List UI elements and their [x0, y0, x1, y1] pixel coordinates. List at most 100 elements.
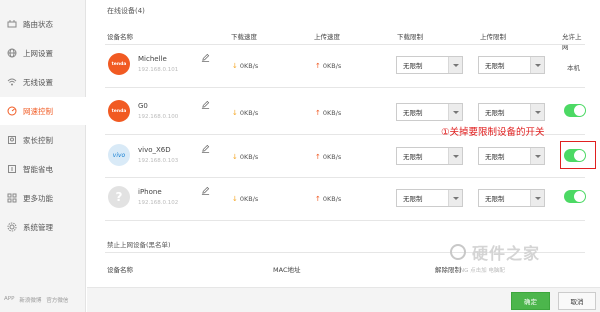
watermark-text: 硬件之家 — [472, 244, 541, 263]
sidebar-item-router-status[interactable]: 路由状态 — [0, 10, 86, 38]
device-name: G0 — [138, 102, 148, 110]
up-speed: ↑ 0KB/s — [315, 109, 342, 117]
sidebar-item-label: 网速控制 — [23, 106, 53, 116]
footer-link-weibo[interactable]: 新浪微博 — [19, 296, 41, 304]
col-down-speed: 下载速度 — [231, 33, 257, 41]
down-speed: ↓ 0KB/s — [232, 195, 259, 203]
chevron-down-icon — [452, 110, 459, 114]
sidebar-item-label: 路由状态 — [23, 19, 53, 29]
col-up-speed: 上传速度 — [314, 33, 340, 41]
chevron-down-icon — [452, 63, 459, 67]
sidebar-item-label: 无线设置 — [23, 77, 53, 87]
up-speed: ↑ 0KB/s — [315, 153, 342, 161]
device-avatar: tenda — [108, 100, 130, 122]
sidebar-item-system-management[interactable]: 系统管理 — [0, 213, 86, 241]
wifi-icon — [7, 77, 17, 87]
table-row: vivo vivo_X6D 192.168.0.103 ↓ 0KB/s ↑ 0KB/… — [105, 136, 586, 177]
edit-icon[interactable] — [201, 53, 210, 62]
chevron-down-icon — [452, 196, 459, 200]
local-device-label: 本机 — [567, 64, 580, 72]
up-limit-select[interactable]: 无限制 — [478, 103, 545, 121]
arrow-down-icon: ↓ — [232, 109, 238, 117]
chevron-down-icon — [534, 110, 541, 114]
online-devices-title: 在线设备(4) — [107, 7, 145, 15]
sidebar-item-label: 智能省电 — [23, 164, 53, 174]
down-limit-select[interactable]: 无限制 — [396, 189, 463, 207]
down-limit-select[interactable]: 无限制 — [396, 56, 463, 74]
globe-icon — [7, 48, 17, 58]
device-ip: 192.168.0.103 — [138, 158, 179, 164]
arrow-down-icon: ↓ — [232, 153, 238, 161]
edit-icon[interactable] — [201, 186, 210, 195]
footer-link-wechat[interactable]: 官方微信 — [46, 296, 68, 304]
arrow-down-icon: ↓ — [232, 62, 238, 70]
sidebar-item-parental-control[interactable]: 家长控制 — [0, 126, 86, 154]
device-ip: 192.168.0.102 — [138, 200, 179, 206]
divider — [105, 87, 585, 88]
allow-internet-toggle[interactable] — [564, 190, 586, 203]
chevron-down-icon — [534, 196, 541, 200]
edit-icon[interactable] — [201, 100, 210, 109]
up-limit-select[interactable]: 无限制 — [478, 189, 545, 207]
sidebar-item-internet-settings[interactable]: 上网设置 — [0, 39, 86, 67]
table-row: tenda Michelle 192.168.0.101 ↓ 0KB/s ↑ 0KB… — [105, 45, 585, 86]
router-icon — [7, 19, 17, 29]
device-avatar: ? — [108, 186, 130, 208]
blacklist-title: 禁止上网设备(黑名单) — [107, 241, 171, 249]
gear-icon — [7, 222, 17, 232]
watermark: 硬件之家 YING 点击加 电脑配 — [450, 240, 590, 280]
annotation-label: ①关掉要限制设备的开关 — [441, 127, 545, 138]
sidebar-item-label: 更多功能 — [23, 193, 53, 203]
sidebar-item-speed-control[interactable]: 网速控制 — [0, 97, 86, 125]
sidebar-item-wireless-settings[interactable]: 无线设置 — [0, 68, 86, 96]
cancel-button[interactable]: 取消 — [558, 292, 596, 310]
arrow-up-icon: ↑ — [315, 62, 321, 70]
up-speed: ↑ 0KB/s — [315, 195, 342, 203]
sidebar-item-label: 系统管理 — [23, 222, 53, 232]
divider — [105, 220, 585, 221]
device-ip: 192.168.0.101 — [138, 67, 179, 73]
toggle-knob — [574, 191, 585, 202]
sidebar-item-more-features[interactable]: 更多功能 — [0, 184, 86, 212]
down-speed: ↓ 0KB/s — [232, 62, 259, 70]
sidebar-item-label: 家长控制 — [23, 135, 53, 145]
sidebar-footer: APP 新浪微博 官方微信 — [4, 296, 68, 304]
down-limit-select[interactable]: 无限制 — [396, 103, 463, 121]
chevron-down-icon — [534, 154, 541, 158]
col-down-limit: 下载限制 — [397, 33, 423, 41]
grid-icon — [7, 193, 17, 203]
down-speed: ↓ 0KB/s — [232, 153, 259, 161]
edit-icon[interactable] — [201, 144, 210, 153]
col-device-name: 设备名称 — [107, 33, 133, 41]
toggle-knob — [574, 105, 585, 116]
device-name: iPhone — [138, 188, 162, 196]
device-avatar: vivo — [108, 144, 130, 166]
footer-link-app[interactable]: APP — [4, 296, 14, 304]
sidebar: 路由状态 上网设置 无线设置 网速控制 家长控制 智能省电 更多功能 系统管理 … — [0, 0, 86, 312]
arrow-up-icon: ↑ — [315, 153, 321, 161]
up-limit-select[interactable]: 无限制 — [478, 147, 545, 165]
up-limit-select[interactable]: 无限制 — [478, 56, 545, 74]
sidebar-item-power-saving[interactable]: 智能省电 — [0, 155, 86, 183]
device-ip: 192.168.0.100 — [138, 114, 179, 120]
watermark-subtext: YING 点击加 电脑配 — [455, 268, 505, 274]
annotation-highlight-box — [560, 141, 596, 169]
table-row: ? iPhone 192.168.0.102 ↓ 0KB/s ↑ 0KB/s 无限制… — [105, 178, 586, 219]
device-avatar: tenda — [108, 53, 130, 75]
ok-button[interactable]: 确定 — [511, 292, 550, 310]
arrow-up-icon: ↑ — [315, 109, 321, 117]
arrow-up-icon: ↑ — [315, 195, 321, 203]
down-speed: ↓ 0KB/s — [232, 109, 259, 117]
col-mac-address: MAC地址 — [273, 266, 301, 274]
power-icon — [7, 164, 17, 174]
device-name: Michelle — [138, 55, 167, 63]
arrow-down-icon: ↓ — [232, 195, 238, 203]
chevron-down-icon — [534, 63, 541, 67]
sidebar-item-label: 上网设置 — [23, 48, 53, 58]
up-speed: ↑ 0KB/s — [315, 62, 342, 70]
table-header: 设备名称 下载速度 上传速度 下载限制 上传限制 允许上网 — [107, 31, 587, 51]
speedometer-icon — [7, 106, 17, 116]
chevron-down-icon — [452, 154, 459, 158]
down-limit-select[interactable]: 无限制 — [396, 147, 463, 165]
allow-internet-toggle[interactable] — [564, 104, 586, 117]
